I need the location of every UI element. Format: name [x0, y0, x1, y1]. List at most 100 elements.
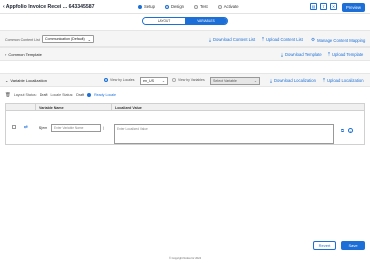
locale-status-label: Locale Status: — [50, 93, 74, 97]
column-divider — [35, 104, 36, 110]
variable-localization-header[interactable]: ⌄ Variable Localization — [5, 78, 47, 83]
chevron-right-icon: › — [5, 52, 7, 57]
variable-name-input[interactable]: Enter Variable Name — [51, 124, 101, 132]
select-variable-dropdown[interactable]: Select Variable ⌄ — [210, 77, 260, 85]
variable-suffix: ) — [103, 126, 105, 130]
radio-label: View by Variables — [178, 78, 205, 82]
column-header-variable-name: Variable Name — [39, 106, 64, 110]
locale-status-value: Draft — [76, 93, 85, 97]
trash-icon[interactable]: ✕ — [330, 3, 337, 10]
page-title: ‹Appfolio Invoice Recei ... 643345587 — [3, 4, 95, 10]
export-icon[interactable]: ⇪ — [320, 3, 327, 10]
title-text: Appfolio Invoice Recei ... 643345587 — [5, 4, 95, 10]
common-content-select[interactable]: Communication (Default) ⌄ — [42, 35, 94, 43]
copyright-text: © Copyright Notice for 2024 — [168, 257, 202, 260]
chevron-down-icon: ⌄ — [253, 79, 257, 83]
chevron-down-icon: ⌄ — [87, 37, 91, 42]
content-list-bar: Common Content List Communication (Defau… — [0, 30, 370, 47]
row-checkbox[interactable] — [12, 125, 16, 129]
preview-button[interactable]: Preview — [342, 3, 365, 12]
radio-unselected-icon — [172, 78, 176, 82]
variable-name-placeholder: Enter Variable Name — [54, 126, 84, 130]
common-content-label: Common Content List — [5, 38, 40, 42]
download-icon: ⤓ — [270, 78, 273, 83]
radio-selected-icon — [104, 78, 108, 82]
step-active-icon — [164, 4, 169, 9]
status-row: 🗑 Layout Status: Draft Locale Status: Dr… — [5, 92, 116, 98]
link-label: Upload Localization — [327, 78, 364, 83]
localized-value-placeholder: Enter Localized Value — [117, 127, 148, 131]
layout-status-label: Layout Status: — [13, 93, 37, 97]
manage-content-mapping-link[interactable]: ⚙ Manage Content Mapping — [311, 37, 365, 43]
chevron-down-icon: ⌄ — [161, 79, 165, 83]
variable-prefix: $(em — [39, 126, 48, 130]
table-row: ⇄ $(em Enter Variable Name ) Enter Local… — [6, 111, 364, 146]
link-label: Download Template — [285, 52, 322, 57]
top-header: ‹Appfolio Invoice Recei ... 643345587 Se… — [0, 0, 370, 14]
revert-button[interactable]: Revert — [313, 241, 336, 250]
add-circle-icon[interactable]: + — [348, 128, 353, 133]
download-content-list-link[interactable]: ⤓ Download Content List — [209, 37, 255, 42]
download-template-link[interactable]: ⤓ Download Template — [281, 52, 322, 57]
upload-icon: ⤒ — [262, 37, 265, 42]
upload-icon: ⤒ — [323, 78, 326, 83]
upload-template-link[interactable]: ⤒ Upload Template — [328, 52, 363, 57]
save-copy-icon[interactable]: ▤ — [310, 3, 317, 10]
progress-steps: Setup Design Test Activate — [138, 4, 239, 9]
view-by-locales-option[interactable]: View by Locales — [104, 78, 134, 82]
link-label: Upload Template — [332, 52, 364, 57]
view-by-variables-option[interactable]: View by Variables — [172, 78, 205, 82]
ready-locale-toggle[interactable] — [87, 93, 92, 97]
step-label: Test — [200, 4, 208, 9]
common-content-value: Communication (Default) — [45, 37, 85, 41]
link-icon[interactable]: ⇄ — [24, 124, 28, 130]
header-actions: ▤ ⇪ ✕ — [310, 3, 337, 10]
copy-icon[interactable]: ⧉ — [340, 128, 345, 133]
column-divider — [111, 104, 112, 110]
gear-icon: ⚙ — [311, 37, 316, 42]
view-toggle: LAYOUT VARIABLES — [142, 17, 228, 25]
variable-localization-section: ⌄ Variable Localization View by Locales … — [0, 73, 370, 87]
upload-icon: ⤒ — [328, 52, 331, 57]
link-label: Manage Content Mapping — [317, 37, 366, 43]
tab-variables[interactable]: VARIABLES — [185, 18, 227, 24]
step-label: Design — [170, 4, 184, 9]
step-todo-icon — [217, 4, 222, 9]
chevron-down-icon: ⌄ — [5, 78, 9, 83]
row-actions: ⧉ + — [340, 128, 353, 133]
select-variable-placeholder: Select Variable — [213, 79, 237, 83]
download-icon: ⤓ — [281, 52, 284, 57]
common-template-header[interactable]: › Common Template — [5, 52, 42, 57]
step-design[interactable]: Design — [164, 4, 184, 9]
step-test[interactable]: Test — [194, 4, 208, 9]
step-setup[interactable]: Setup — [138, 4, 155, 9]
step-todo-icon — [194, 4, 198, 9]
save-button[interactable]: Save — [341, 241, 365, 250]
section-title: Variable Localization — [10, 78, 47, 83]
layout-status-value: Draft — [39, 93, 48, 97]
back-arrow-icon[interactable]: ‹ — [3, 4, 5, 10]
step-label: Activate — [223, 4, 239, 9]
locale-value: en_US — [143, 79, 154, 83]
column-header-localized-value: Localized Value — [115, 106, 142, 110]
step-activate[interactable]: Activate — [217, 4, 239, 9]
upload-content-list-link[interactable]: ⤒ Upload Content List — [262, 37, 303, 42]
link-label: Download Content List — [213, 37, 256, 42]
common-template-section: › Common Template ⤓ Download Template ⤒ … — [0, 47, 370, 61]
link-label: Download Localization — [274, 78, 316, 83]
localization-table: Variable Name Localized Value ⇄ $(em Ent… — [5, 103, 365, 145]
locale-select[interactable]: en_US ⌄ — [140, 77, 168, 85]
ready-locale-label: Ready Locale — [94, 93, 117, 97]
table-header: Variable Name Localized Value — [6, 104, 364, 111]
link-label: Upload Content List — [266, 37, 303, 42]
tab-layout[interactable]: LAYOUT — [143, 18, 185, 24]
upload-localization-link[interactable]: ⤒ Upload Localization — [323, 78, 364, 83]
section-title: Common Template — [8, 52, 42, 57]
localized-value-input[interactable]: Enter Localized Value — [114, 124, 334, 144]
step-done-icon — [138, 4, 142, 9]
radio-label: View by Locales — [110, 78, 135, 82]
trash-icon[interactable]: 🗑 — [5, 92, 11, 98]
download-icon: ⤓ — [209, 37, 212, 42]
download-localization-link[interactable]: ⤓ Download Localization — [270, 78, 316, 83]
step-label: Setup — [144, 4, 155, 9]
